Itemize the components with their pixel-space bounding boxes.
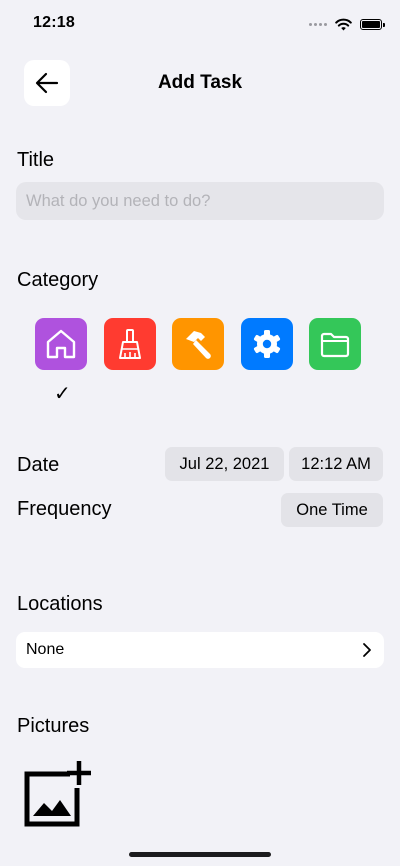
status-icons	[309, 15, 385, 33]
category-label: Category	[17, 269, 99, 291]
broom-icon	[119, 329, 141, 359]
title-label: Title	[17, 149, 55, 171]
house-icon	[46, 329, 76, 359]
locations-row[interactable]: None	[16, 632, 384, 668]
frequency-label: Frequency	[17, 498, 112, 520]
category-home-button[interactable]	[35, 318, 87, 370]
category-settings-button[interactable]	[241, 318, 293, 370]
add-photo-icon	[24, 761, 91, 827]
date-picker-button[interactable]: Jul 22, 2021	[165, 447, 284, 481]
signal-icon	[309, 22, 327, 26]
folder-icon	[320, 332, 350, 358]
selected-category-checkmark: ✓	[54, 383, 71, 405]
hammer-icon	[186, 331, 211, 359]
date-label: Date	[17, 454, 60, 476]
locations-label: Locations	[17, 593, 103, 615]
time-picker-button[interactable]: 12:12 AM	[289, 447, 383, 481]
status-time: 12:18	[33, 14, 75, 31]
home-indicator	[129, 852, 271, 857]
title-input[interactable]	[16, 182, 384, 220]
gear-icon	[253, 330, 281, 358]
pictures-label: Pictures	[17, 715, 90, 737]
wifi-icon	[335, 18, 352, 30]
locations-value: None	[26, 641, 65, 658]
chevron-right-icon	[363, 643, 371, 657]
category-files-button[interactable]	[309, 318, 361, 370]
frequency-picker-button[interactable]: One Time	[281, 493, 383, 527]
category-repair-button[interactable]	[172, 318, 224, 370]
battery-icon	[360, 18, 385, 30]
page-title: Add Task	[157, 72, 243, 93]
add-photo-button[interactable]	[22, 758, 92, 828]
category-cleaning-button[interactable]	[104, 318, 156, 370]
